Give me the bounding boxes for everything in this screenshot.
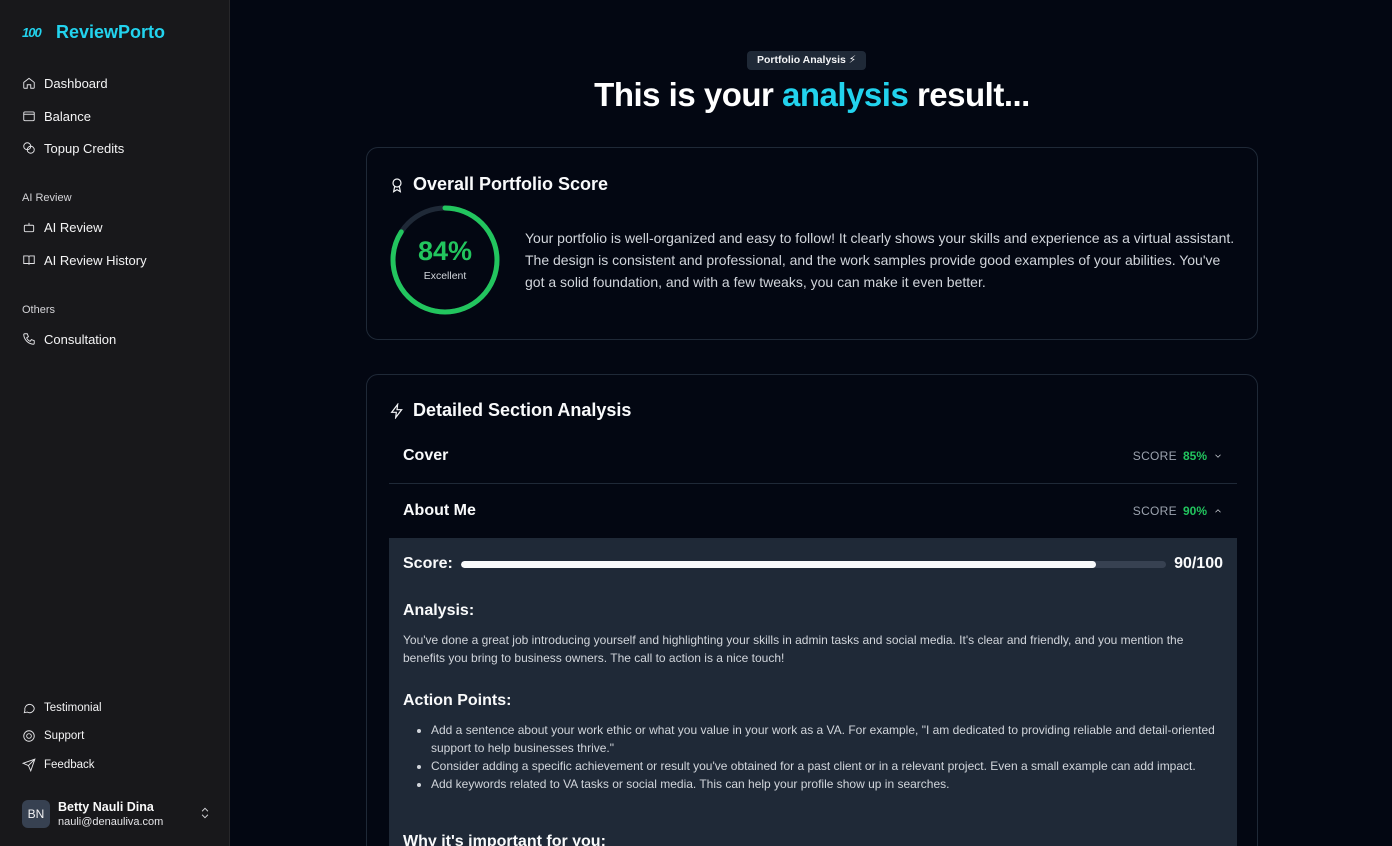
bot-icon [23, 222, 35, 233]
analysis-heading: Analysis: [403, 602, 475, 619]
brand-name: ReviewPorto [56, 22, 166, 42]
overall-score-value: 84% [417, 236, 473, 266]
sidebar-item-balance[interactable]: Balance [22, 106, 91, 126]
overall-score-title: Overall Portfolio Score [389, 174, 608, 195]
user-menu[interactable]: BN Betty Nauli Dina nauli@denauliva.com [22, 798, 212, 830]
wallet-icon [23, 111, 35, 122]
title-before: This is your [594, 76, 783, 113]
sidebar: 100 ReviewPorto Dashboard Balance Topup … [0, 0, 230, 846]
list-item: Add keywords related to VA tasks or soci… [431, 775, 1223, 793]
sidebar-item-label: Testimonial [44, 702, 102, 714]
sidebar-item-ai-review-history[interactable]: AI Review History [22, 250, 147, 270]
award-icon [392, 177, 402, 193]
list-item: Consider adding a specific achievement o… [431, 757, 1223, 775]
message-icon [23, 703, 35, 714]
page-title: This is your analysis result... [366, 76, 1258, 114]
section-score: SCORE 90% [1133, 504, 1223, 518]
sidebar-item-consultation[interactable]: Consultation [22, 329, 116, 349]
sidebar-item-label: Topup Credits [44, 140, 125, 156]
sidebar-item-support[interactable]: Support [22, 726, 84, 746]
chevrons-up-down-icon [201, 807, 209, 819]
brand[interactable]: 100 ReviewPorto [22, 22, 165, 43]
section-score: SCORE 85% [1133, 449, 1223, 463]
title-after: result... [908, 76, 1030, 113]
sidebar-item-label: Dashboard [44, 75, 108, 91]
user-info: Betty Nauli Dina nauli@denauliva.com [58, 800, 163, 828]
sidebar-item-label: AI Review [44, 219, 103, 235]
detailed-analysis-card: Detailed Section Analysis Cover SCORE 85… [366, 374, 1258, 846]
sidebar-item-testimonial[interactable]: Testimonial [22, 698, 102, 718]
sidebar-item-topup-credits[interactable]: Topup Credits [22, 138, 124, 158]
sidebar-item-ai-review[interactable]: AI Review [22, 217, 103, 237]
user-name: Betty Nauli Dina [58, 800, 154, 814]
sidebar-item-feedback[interactable]: Feedback [22, 755, 95, 775]
score-value: 90% [1182, 504, 1207, 518]
phone-icon [23, 333, 35, 345]
list-item: Add a sentence about your work ethic or … [431, 721, 1223, 757]
sidebar-item-label: Consultation [44, 331, 117, 347]
score-bar-label: Score: [403, 555, 453, 572]
section-detail-panel: Score: 90/100 Analysis: You've done a gr… [389, 538, 1237, 846]
page-badge: Portfolio Analysis ⚡ [747, 51, 867, 70]
chevron-up-icon [1215, 509, 1221, 513]
score-value: 85% [1182, 449, 1207, 463]
section-score-bar: Score: 90/100 [403, 555, 1223, 573]
overall-score-card: Overall Portfolio Score 84% Excellent Yo… [366, 147, 1258, 340]
section-name: Cover [403, 447, 449, 464]
action-points-list: Add a sentence about your work ethic or … [431, 721, 1223, 793]
nav-group-ai-review: AI Review [22, 192, 72, 204]
score-bar-value: 90/100 [1174, 555, 1223, 572]
overall-summary: Your portfolio is well-organized and eas… [525, 230, 1235, 290]
detailed-analysis-title: Detailed Section Analysis [389, 400, 631, 421]
overall-score-heading: Overall Portfolio Score [413, 174, 609, 194]
home-icon [23, 77, 35, 89]
section-name: About Me [403, 502, 476, 519]
detailed-analysis-heading: Detailed Section Analysis [413, 400, 632, 420]
brand-logo-icon: 100 [22, 24, 42, 40]
avatar: BN [22, 800, 50, 828]
action-points-heading: Action Points: [403, 692, 512, 709]
coins-icon [23, 142, 35, 154]
score-label: SCORE [1132, 504, 1177, 518]
analysis-text: You've done a great job introducing your… [403, 633, 1184, 665]
user-email: nauli@denauliva.com [58, 816, 164, 828]
section-row-cover[interactable]: Cover SCORE 85% [389, 429, 1237, 483]
lifebuoy-icon [23, 730, 35, 742]
send-icon [22, 758, 36, 772]
score-label: SCORE [1132, 449, 1177, 463]
progress-bar [460, 560, 1167, 568]
section-row-about-me[interactable]: About Me SCORE 90% [389, 484, 1237, 538]
sidebar-item-dashboard[interactable]: Dashboard [22, 73, 108, 93]
book-icon [23, 255, 35, 265]
sidebar-item-label: AI Review History [44, 252, 147, 268]
why-important-heading: Why it's important for you: [403, 833, 606, 846]
overall-score-label: Excellent [423, 270, 467, 282]
title-accent: analysis [782, 76, 909, 113]
nav-group-others: Others [22, 304, 56, 316]
zap-icon [390, 402, 403, 419]
chevron-down-icon [1215, 454, 1221, 458]
sidebar-item-label: Balance [44, 108, 91, 124]
progress-bar-fill [460, 560, 1096, 568]
sidebar-item-label: Feedback [44, 759, 95, 771]
sidebar-item-label: Support [44, 730, 85, 742]
